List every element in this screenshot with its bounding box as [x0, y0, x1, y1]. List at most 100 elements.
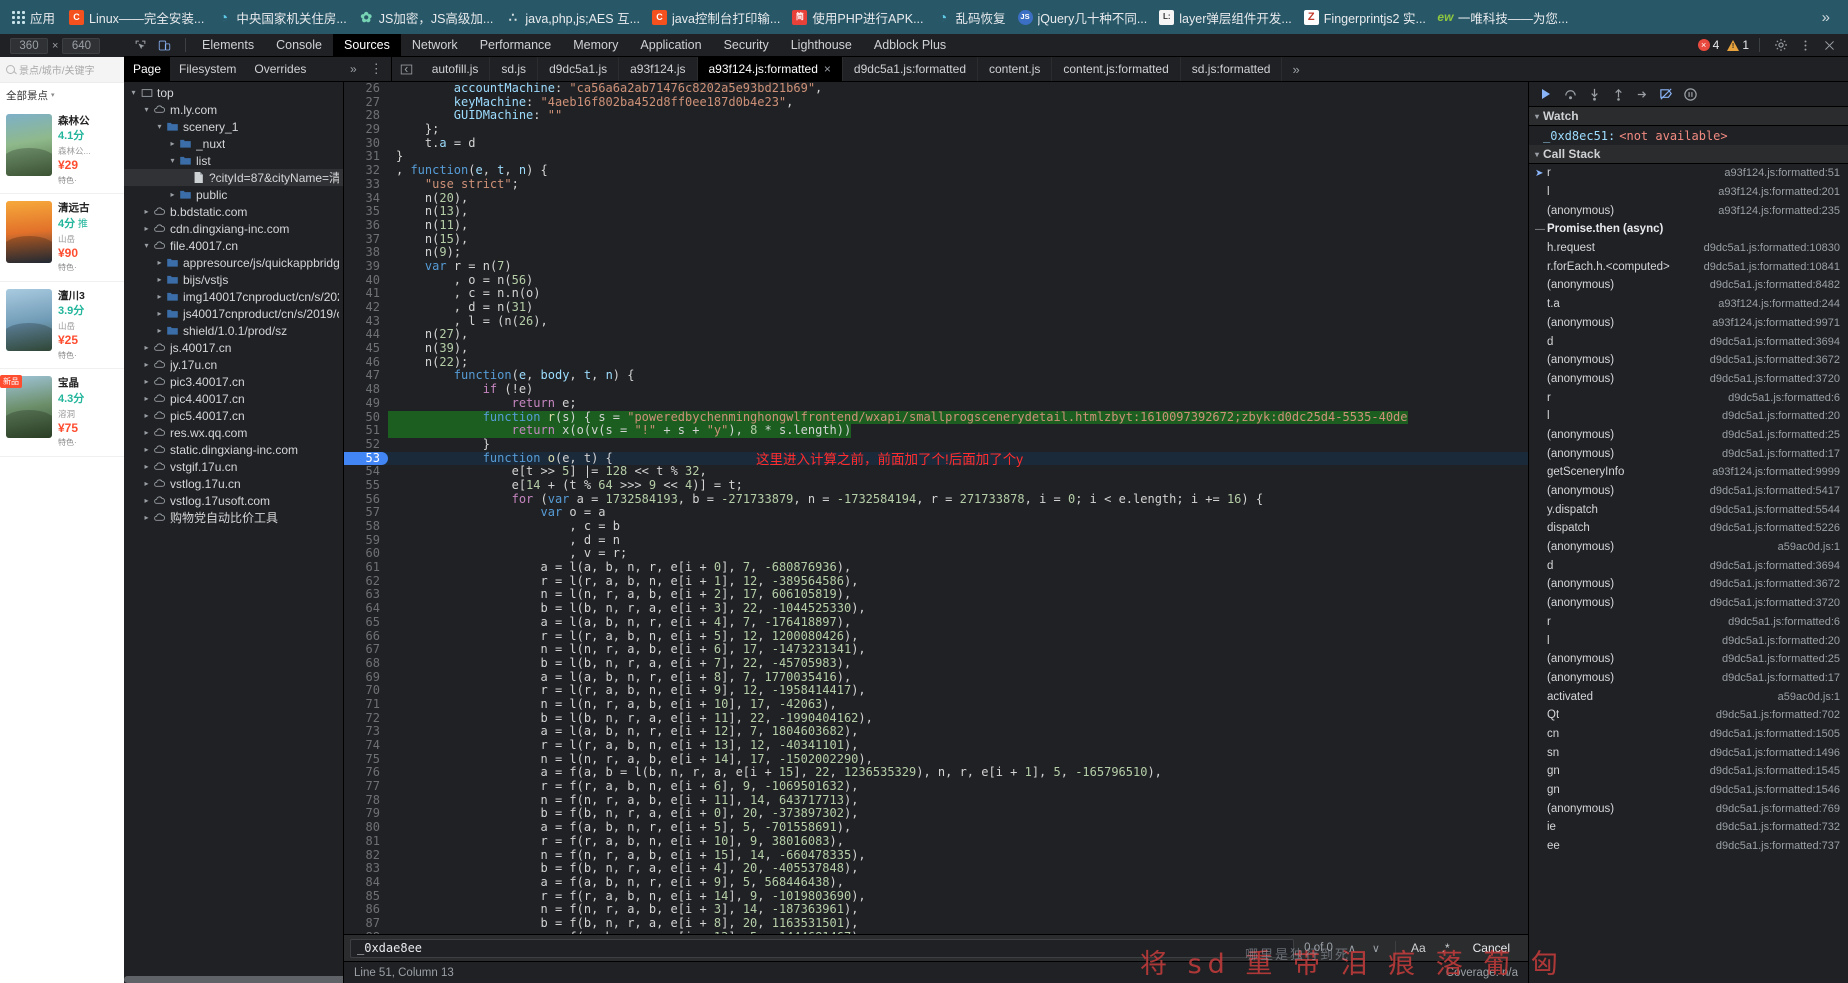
bookmark-item[interactable]: JS jQuery几十种不同... — [1012, 6, 1154, 29]
step-over-icon[interactable] — [1559, 84, 1581, 104]
call-stack-frame[interactable]: ee d9dc5a1.js:formatted:737 — [1529, 837, 1848, 856]
search-prev-button[interactable]: ∧ — [1343, 942, 1361, 955]
match-case-button[interactable]: Aa — [1406, 940, 1431, 956]
tree-folder-node[interactable]: ▸ pic5.40017.cn — [124, 407, 343, 424]
code-line[interactable]: 78 n = f(n, r, a, b, e[i + 11], 14, 6437… — [344, 793, 1528, 808]
call-stack-frame[interactable]: (anonymous) d9dc5a1.js:formatted:3672 — [1529, 351, 1848, 370]
line-number[interactable]: 80 — [344, 820, 388, 835]
line-number[interactable]: 69 — [344, 670, 388, 685]
call-stack-frame[interactable]: r d9dc5a1.js:formatted:6 — [1529, 613, 1848, 632]
line-number[interactable]: 78 — [344, 793, 388, 808]
scenery-card[interactable]: 澶川3 3.9分 山岳 ¥25 特色· — [0, 282, 124, 370]
tree-twisty-icon[interactable]: ▸ — [141, 428, 152, 437]
code-line[interactable]: 50 function r(s) { s = "poweredbychenmin… — [344, 410, 1528, 425]
line-number[interactable]: 39 — [344, 259, 388, 274]
code-line[interactable]: 49 return e; — [344, 396, 1528, 411]
more-options-icon[interactable] — [1794, 35, 1816, 56]
line-number[interactable]: 44 — [344, 328, 388, 343]
call-stack-frame[interactable]: (anonymous) d9dc5a1.js:formatted:5417 — [1529, 482, 1848, 501]
line-number[interactable]: 49 — [344, 396, 388, 411]
bookmark-item[interactable]: ◔ 中央国家机关住房... — [210, 6, 352, 29]
code-line[interactable]: 41 , c = n.n(o) — [344, 286, 1528, 301]
code-line[interactable]: 77 r = f(r, a, b, n, e[i + 6], 9, -10695… — [344, 779, 1528, 794]
line-number[interactable]: 36 — [344, 218, 388, 233]
call-stack-frame[interactable]: l a93f124.js:formatted:201 — [1529, 183, 1848, 202]
call-stack-frame[interactable]: dispatch d9dc5a1.js:formatted:5226 — [1529, 519, 1848, 538]
line-number[interactable]: 40 — [344, 273, 388, 288]
line-number[interactable]: 45 — [344, 341, 388, 356]
line-number[interactable]: 76 — [344, 766, 388, 781]
file-tab[interactable]: content.js — [978, 57, 1053, 81]
bookmark-item[interactable]: Cjava控制台打印输... — [646, 6, 786, 29]
code-line[interactable]: 66 r = l(r, a, b, n, e[i + 5], 12, 12000… — [344, 629, 1528, 644]
line-number[interactable]: 56 — [344, 492, 388, 507]
code-line[interactable]: 51 return x(o(v(s = "!" + s + "y"), 8 * … — [344, 423, 1528, 438]
call-stack-frame[interactable]: activated a59ac0d.js:1 — [1529, 687, 1848, 706]
line-number[interactable]: 70 — [344, 684, 388, 698]
line-number[interactable]: 61 — [344, 560, 388, 575]
call-stack-frame[interactable]: ➤ r a93f124.js:formatted:51 — [1529, 164, 1848, 183]
code-line[interactable]: 42 , d = n(31) — [344, 300, 1528, 315]
code-line[interactable]: 39 var r = n(7) — [344, 259, 1528, 274]
resume-script-icon[interactable] — [1535, 84, 1557, 104]
line-number[interactable]: 26 — [344, 82, 388, 96]
tree-twisty-icon[interactable]: ▾ — [141, 105, 152, 114]
search-cancel-button[interactable]: Cancel — [1461, 939, 1522, 957]
call-stack-frame[interactable]: r d9dc5a1.js:formatted:6 — [1529, 388, 1848, 407]
tree-twisty-icon[interactable]: ▸ — [154, 326, 165, 335]
call-stack-frame[interactable]: (anonymous) d9dc5a1.js:formatted:3720 — [1529, 594, 1848, 613]
line-number[interactable]: 74 — [344, 738, 388, 753]
code-line[interactable]: 75 n = l(n, r, a, b, e[i + 14], 17, -150… — [344, 752, 1528, 767]
toggle-device-toolbar-icon[interactable] — [153, 35, 175, 56]
tree-folder-node[interactable]: ▸ _nuxt — [124, 135, 343, 152]
tree-folder-node[interactable]: ▸ jy.17u.cn — [124, 356, 343, 373]
tree-folder-node[interactable]: ▸ js.40017.cn — [124, 339, 343, 356]
navigator-tab-overrides[interactable]: Overrides — [245, 57, 315, 81]
tab-memory[interactable]: Memory — [562, 34, 629, 56]
tree-folder-node[interactable]: ▸ bijs/vstjs — [124, 271, 343, 288]
line-number[interactable]: 63 — [344, 588, 388, 603]
tree-folder-node[interactable]: ▸ vstlog.17usoft.com — [124, 492, 343, 509]
call-stack-frame[interactable]: (anonymous) a93f124.js:formatted:9971 — [1529, 314, 1848, 333]
line-number[interactable]: 72 — [344, 711, 388, 726]
code-line[interactable]: 58 , c = b — [344, 519, 1528, 534]
line-number[interactable]: 59 — [344, 533, 388, 548]
line-number[interactable]: 81 — [344, 834, 388, 849]
tree-twisty-icon[interactable]: ▸ — [141, 343, 152, 352]
navigator-horizontal-scrollbar[interactable] — [124, 976, 343, 983]
code-line[interactable]: 40 , o = n(56) — [344, 273, 1528, 288]
line-number[interactable]: 64 — [344, 601, 388, 616]
code-line[interactable]: 27 keyMachine: "4aeb16f802ba452d8ff0ee18… — [344, 95, 1528, 110]
search-next-button[interactable]: ∨ — [1367, 942, 1385, 955]
call-stack-frame[interactable]: (anonymous) a59ac0d.js:1 — [1529, 538, 1848, 557]
tab-console[interactable]: Console — [265, 34, 333, 56]
tree-twisty-icon[interactable]: ▸ — [141, 377, 152, 386]
code-line[interactable]: 61 a = l(a, b, n, r, e[i + 0], 7, -68087… — [344, 560, 1528, 575]
line-number[interactable]: 65 — [344, 615, 388, 630]
call-stack-list[interactable]: ➤ r a93f124.js:formatted:51 l a93f124.js:for… — [1529, 164, 1848, 983]
tree-twisty-icon[interactable]: ▸ — [141, 394, 152, 403]
line-number[interactable]: 60 — [344, 547, 388, 562]
line-number[interactable]: 51 — [344, 423, 388, 438]
file-tab[interactable]: d9dc5a1.js — [538, 57, 620, 81]
call-stack-frame[interactable]: (anonymous) d9dc5a1.js:formatted:3672 — [1529, 575, 1848, 594]
line-number[interactable]: 53 — [344, 451, 388, 466]
call-stack-frame[interactable]: gn d9dc5a1.js:formatted:1545 — [1529, 762, 1848, 781]
file-tab[interactable]: autofill.js — [421, 57, 491, 81]
tree-folder-node[interactable]: ▸ b.bdstatic.com — [124, 203, 343, 220]
tree-twisty-icon[interactable]: ▾ — [167, 156, 178, 165]
line-number[interactable]: 71 — [344, 697, 388, 712]
line-number[interactable]: 29 — [344, 122, 388, 137]
bookmark-item[interactable]: ◔ 乱码恢复 — [930, 6, 1012, 29]
call-stack-frame[interactable]: (anonymous) d9dc5a1.js:formatted:8482 — [1529, 276, 1848, 295]
call-stack-frame[interactable]: h.request d9dc5a1.js:formatted:10830 — [1529, 239, 1848, 258]
code-line[interactable]: 79 b = f(b, n, r, a, e[i + 0], 20, -3738… — [344, 807, 1528, 822]
call-stack-frame[interactable]: cn d9dc5a1.js:formatted:1505 — [1529, 725, 1848, 744]
code-line[interactable]: 69 a = l(a, b, n, r, e[i + 8], 7, 177003… — [344, 670, 1528, 685]
call-stack-frame[interactable]: y.dispatch d9dc5a1.js:formatted:5544 — [1529, 500, 1848, 519]
tree-twisty-icon[interactable]: ▾ — [141, 241, 152, 250]
line-number[interactable]: 32 — [344, 163, 388, 178]
code-line[interactable]: 85 r = f(r, a, b, n, e[i + 14], 9, -1019… — [344, 889, 1528, 904]
watch-expression-row[interactable]: _0xd8ec51: <not available> — [1529, 126, 1848, 145]
code-line[interactable]: 38 n(9); — [344, 245, 1528, 260]
